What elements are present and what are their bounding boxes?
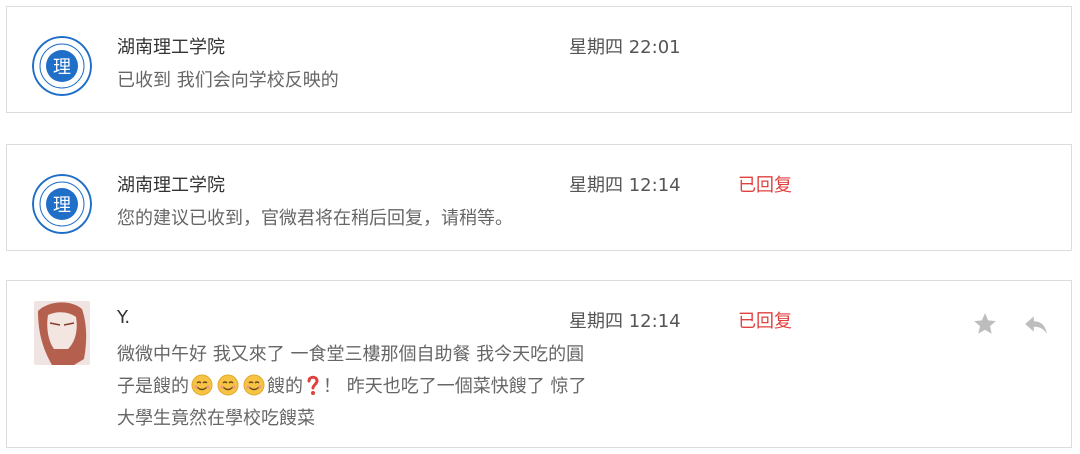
- message-text-part: 餿的: [267, 376, 303, 397]
- user-avatar: [34, 301, 90, 365]
- status-replied: 已回复: [738, 311, 792, 332]
- message-card[interactable]: 理 湖南理工学院 星期四 12:14 已回复 您的建议已收到，官微君将在稍后回复…: [6, 144, 1072, 251]
- sender-name: 湖南理工学院: [117, 175, 225, 196]
- red-question-mark-icon: [307, 375, 319, 395]
- sender-name: Y.: [117, 307, 131, 328]
- smile-emoji-icon: [191, 374, 213, 396]
- status-replied: 已回复: [738, 175, 792, 196]
- smile-emoji-icon: [243, 374, 265, 396]
- message-preview: 微微中午好 我又來了 一食堂三樓那個自助餐 我今天吃的圓子是餿的 餿的！ 昨天也吃…: [117, 339, 587, 435]
- message-time: 星期四 12:14: [569, 175, 681, 196]
- sender-name: 湖南理工学院: [117, 37, 225, 58]
- svg-text:理: 理: [53, 57, 71, 78]
- school-logo-avatar: 理: [32, 174, 92, 234]
- svg-text:理: 理: [53, 195, 71, 216]
- reply-icon[interactable]: [1022, 311, 1050, 337]
- message-preview: 您的建议已收到，官微君将在稍后回复，请稍等。: [117, 208, 513, 229]
- message-preview: 已收到 我们会向学校反映的: [117, 70, 339, 91]
- message-card[interactable]: Y. 星期四 12:14 已回复 微微中午好 我又來了 一食堂三樓那個自助餐 我…: [6, 280, 1072, 448]
- school-logo-avatar: 理: [32, 36, 92, 96]
- star-icon[interactable]: [971, 311, 999, 337]
- message-time: 星期四 22:01: [569, 37, 681, 58]
- message-time: 星期四 12:14: [569, 311, 681, 332]
- smile-emoji-icon: [217, 374, 239, 396]
- message-card[interactable]: 理 湖南理工学院 星期四 22:01 已收到 我们会向学校反映的: [6, 6, 1072, 113]
